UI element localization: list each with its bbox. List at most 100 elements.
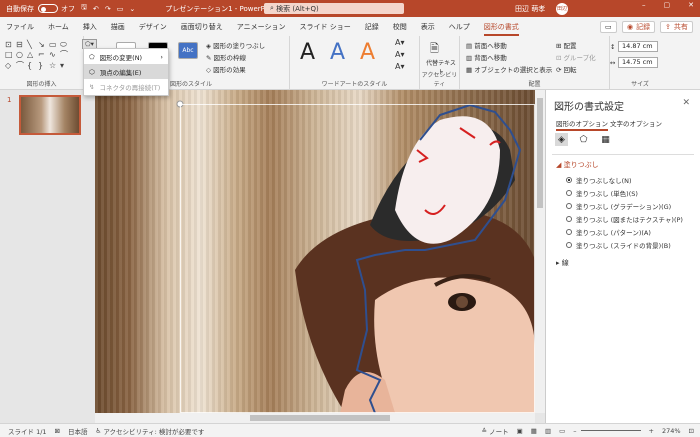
tab-text-options[interactable]: 文字のオプション xyxy=(610,118,662,128)
tab-insert[interactable]: 挿入 xyxy=(83,22,97,32)
group-button[interactable]: ⊡ グループ化 xyxy=(556,52,596,62)
slide-thumbnail[interactable] xyxy=(19,95,81,135)
language-status[interactable]: 日本語 xyxy=(68,426,88,436)
present-icon[interactable]: ▭ xyxy=(117,5,124,13)
record-button[interactable]: ◉ 記録 xyxy=(622,21,656,33)
avatar[interactable]: 田辺 xyxy=(556,2,568,15)
shape-gallery[interactable]: ⊡ ⊟ ╲ ↘ ▭ ⬭ □ ○ △ ⌐ ∿ ⌒ ◇ ⌒{} ☆ ▾ xyxy=(5,40,73,70)
zoom-level[interactable]: 274% xyxy=(662,427,681,435)
tab-shape-options[interactable]: 図形のオプション xyxy=(556,118,608,131)
star-shape-icon[interactable]: ☆ xyxy=(49,61,59,70)
circle-shape-icon[interactable]: ○ xyxy=(16,50,26,59)
curve2-shape-icon[interactable]: ⌒ xyxy=(16,61,26,70)
fill-option-none[interactable]: 塗りつぶしなし(N) xyxy=(566,175,632,185)
normal-view-icon[interactable]: ▣ xyxy=(517,427,523,435)
fill-option-background[interactable]: 塗りつぶし (スライドの背景)(B) xyxy=(566,240,671,250)
textbox-shape-icon[interactable]: ⊡ xyxy=(5,40,15,49)
slideshow-view-icon[interactable]: ▭ xyxy=(559,427,565,435)
pane-close-icon[interactable]: ✕ xyxy=(682,98,690,108)
tab-draw[interactable]: 描画 xyxy=(111,22,125,32)
effects-pentagon-icon[interactable]: ⬠ xyxy=(577,133,590,146)
proofing-icon[interactable]: ⊠ xyxy=(55,427,60,435)
fill-section-header[interactable]: ◢ 塗りつぶし xyxy=(556,160,599,170)
brace2-shape-icon[interactable]: } xyxy=(38,61,48,70)
reading-view-icon[interactable]: ▥ xyxy=(545,427,551,435)
alt-text-icon[interactable]: 🗎 xyxy=(430,40,439,59)
tab-transitions[interactable]: 画面切り替え xyxy=(181,22,223,32)
vtextbox-shape-icon[interactable]: ⊟ xyxy=(16,40,26,49)
vertical-scrollbar[interactable] xyxy=(535,90,545,413)
notes-button[interactable]: ノート xyxy=(489,426,509,436)
tab-record[interactable]: 記録 xyxy=(365,22,379,32)
undo-icon[interactable]: ↶ xyxy=(93,5,99,13)
selection-pane-button[interactable]: ▦ オブジェクトの選択と表示 xyxy=(466,64,552,74)
tab-slideshow[interactable]: スライド ショー xyxy=(300,22,351,32)
tab-file[interactable]: ファイル xyxy=(6,22,34,32)
zoom-slider[interactable] xyxy=(580,430,641,431)
tab-animations[interactable]: アニメーション xyxy=(237,22,286,32)
vertical-scroll-thumb[interactable] xyxy=(537,98,543,208)
redo-icon[interactable]: ↷ xyxy=(105,5,111,13)
tab-view[interactable]: 表示 xyxy=(421,22,435,32)
rect-shape-icon[interactable]: ▭ xyxy=(49,40,59,49)
user-name[interactable]: 田辺 萌孝 xyxy=(515,4,545,14)
tab-design[interactable]: デザイン xyxy=(139,22,167,32)
zoom-in-icon[interactable]: + xyxy=(649,427,654,435)
shape-outline-button[interactable]: ✎ 図形の枠線 xyxy=(206,52,246,62)
save-icon[interactable]: 🖫 xyxy=(81,3,87,14)
change-shape-menu-item[interactable]: ⬠ 図形の変更(N) › xyxy=(84,49,168,64)
text-outline-icon[interactable]: A▾ xyxy=(395,50,405,59)
notes-icon[interactable]: ≙ xyxy=(482,427,487,435)
customize-qat-icon[interactable]: ⌄ xyxy=(129,5,135,13)
align-button[interactable]: ⊞ 配置 xyxy=(556,40,577,50)
send-backward-button[interactable]: ▥ 背面へ移動 xyxy=(466,52,507,62)
accessibility-status[interactable]: アクセシビリティ: 検討が必要です xyxy=(103,426,204,436)
wordart-style-1[interactable]: A xyxy=(300,40,315,65)
wordart-style-3[interactable]: A xyxy=(360,40,375,65)
wordart-style-2[interactable]: A xyxy=(330,40,345,65)
curve-shape-icon[interactable]: ∿ xyxy=(49,50,59,59)
tab-help[interactable]: ヘルプ xyxy=(449,22,470,32)
oval-shape-icon[interactable]: ⬭ xyxy=(60,40,70,49)
shape-width-field[interactable]: 14.75 cm xyxy=(618,57,658,68)
autosave-toggle[interactable] xyxy=(38,4,58,13)
brace-shape-icon[interactable]: { xyxy=(27,61,37,70)
text-effects-icon[interactable]: A▾ xyxy=(395,62,405,71)
square-shape-icon[interactable]: □ xyxy=(5,50,15,59)
shape-fill-button[interactable]: ◈ 図形の塗りつぶし xyxy=(206,40,265,50)
sorter-view-icon[interactable]: ▦ xyxy=(531,427,537,435)
line-shape-icon[interactable]: ╲ xyxy=(27,40,37,49)
horizontal-scroll-thumb[interactable] xyxy=(250,415,390,421)
zoom-out-icon[interactable]: – xyxy=(573,427,576,435)
tab-review[interactable]: 校閲 xyxy=(393,22,407,32)
fill-option-picture[interactable]: 塗りつぶし (図またはテクスチャ)(P) xyxy=(566,214,683,224)
line-section-header[interactable]: ▸ 線 xyxy=(556,258,569,268)
maximize-icon[interactable]: ▢ xyxy=(664,1,671,9)
fill-option-solid[interactable]: 塗りつぶし (単色)(S) xyxy=(566,188,638,198)
style-preset-3[interactable]: Abc xyxy=(178,42,198,59)
text-fill-icon[interactable]: A▾ xyxy=(395,38,405,47)
close-icon[interactable]: ✕ xyxy=(688,1,694,9)
share-button[interactable]: ⇪ 共有 xyxy=(660,21,693,33)
fill-line-icon[interactable]: ◈ xyxy=(555,133,568,146)
slide-canvas[interactable] xyxy=(95,90,535,413)
minimize-icon[interactable]: – xyxy=(642,1,646,9)
more-shapes-icon[interactable]: ▾ xyxy=(60,61,70,70)
bring-forward-button[interactable]: ▤ 前面へ移動 xyxy=(466,40,507,50)
fill-option-gradient[interactable]: 塗りつぶし (グラデーション)(G) xyxy=(566,201,671,211)
freeform-shape-icon[interactable]: ⌒ xyxy=(60,50,70,59)
diamond-shape-icon[interactable]: ◇ xyxy=(5,61,15,70)
tab-shape-format[interactable]: 図形の書式 xyxy=(483,22,519,36)
comments-button[interactable]: ▭ xyxy=(600,21,617,33)
shape-effects-button[interactable]: ◇ 図形の効果 xyxy=(206,64,246,74)
size-properties-icon[interactable]: ▦ xyxy=(599,133,612,146)
search-box[interactable]: ⌕ 検索 (Alt+Q) xyxy=(264,3,404,14)
fill-option-pattern[interactable]: 塗りつぶし (パターン)(A) xyxy=(566,227,651,237)
shape-height-field[interactable]: 14.87 cm xyxy=(618,41,658,52)
fit-slide-icon[interactable]: ⊡ xyxy=(689,427,694,435)
edit-points-menu-item[interactable]: ⬡ 頂点の編集(E) xyxy=(84,64,168,79)
rotate-button[interactable]: ⟳ 回転 xyxy=(556,64,577,74)
elbow-shape-icon[interactable]: ⌐ xyxy=(38,50,48,59)
triangle-shape-icon[interactable]: △ xyxy=(27,50,37,59)
arrow-shape-icon[interactable]: ↘ xyxy=(38,40,48,49)
